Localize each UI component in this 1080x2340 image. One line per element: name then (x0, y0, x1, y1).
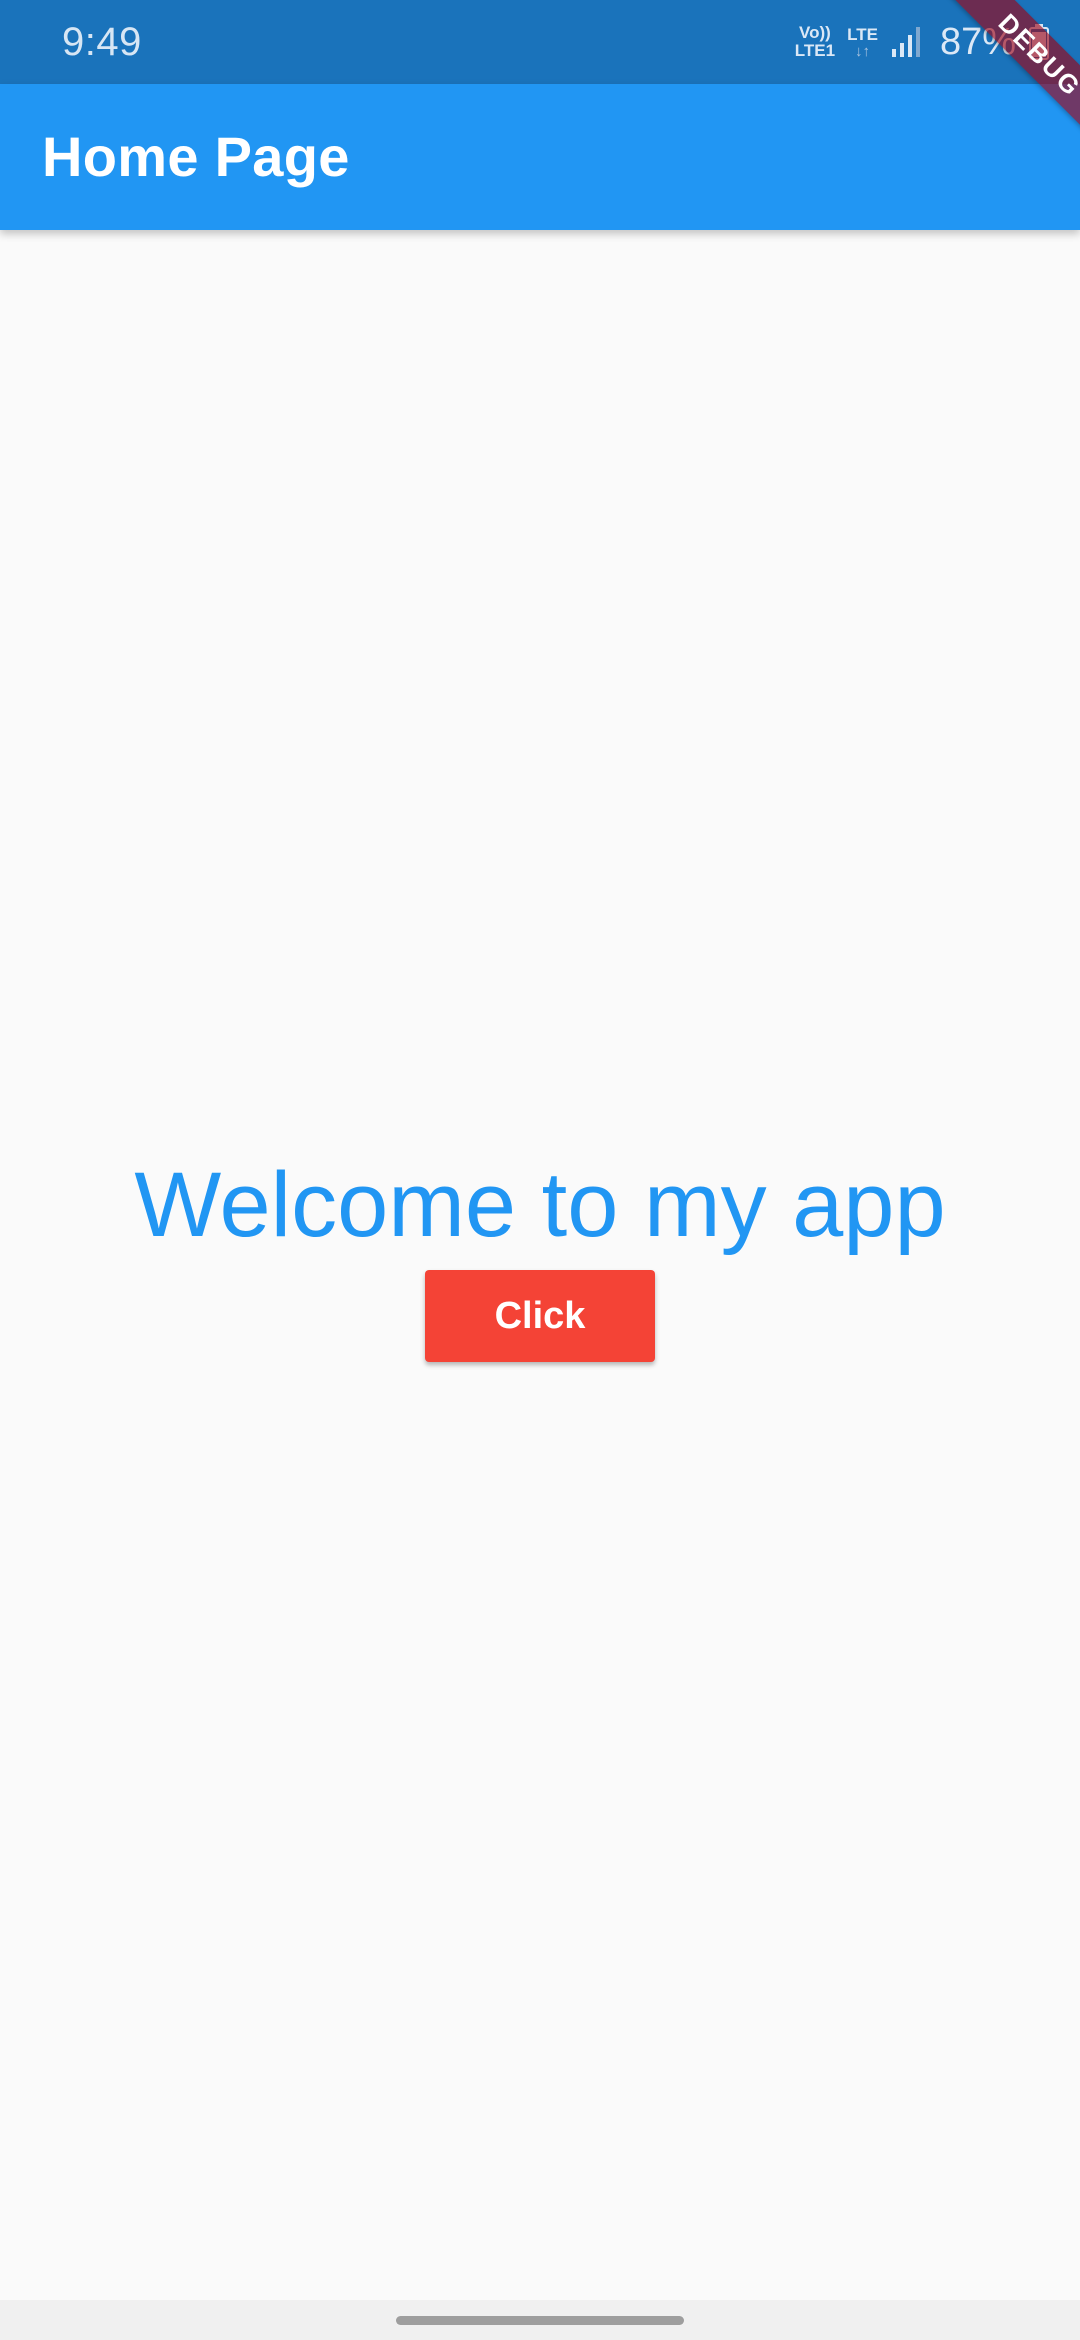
main-content: Welcome to my app Click (0, 230, 1080, 2300)
lte-indicator: LTE ↓↑ (847, 24, 878, 60)
click-button[interactable]: Click (425, 1270, 655, 1362)
lte-label: LTE (847, 24, 878, 44)
volte-label: Vo)) (799, 23, 831, 42)
signal-icon (890, 25, 922, 59)
data-arrows-icon: ↓↑ (855, 42, 870, 60)
home-indicator[interactable] (396, 2316, 684, 2325)
lte1-label: LTE1 (794, 41, 836, 60)
navigation-bar (0, 2300, 1080, 2340)
battery-icon (1028, 23, 1050, 61)
status-indicators: Vo)) LTE1 LTE ↓↑ 87% (795, 14, 1050, 70)
status-time: 9:49 (62, 20, 142, 64)
welcome-text: Welcome to my app (134, 1154, 946, 1256)
app-bar: Home Page (0, 84, 1080, 230)
battery-percent: 87% (939, 21, 1016, 63)
volte-indicator: Vo)) LTE1 (795, 24, 835, 60)
page-title: Home Page (42, 125, 350, 188)
status-bar: 9:49 Vo)) LTE1 LTE ↓↑ 87% (0, 0, 1080, 84)
